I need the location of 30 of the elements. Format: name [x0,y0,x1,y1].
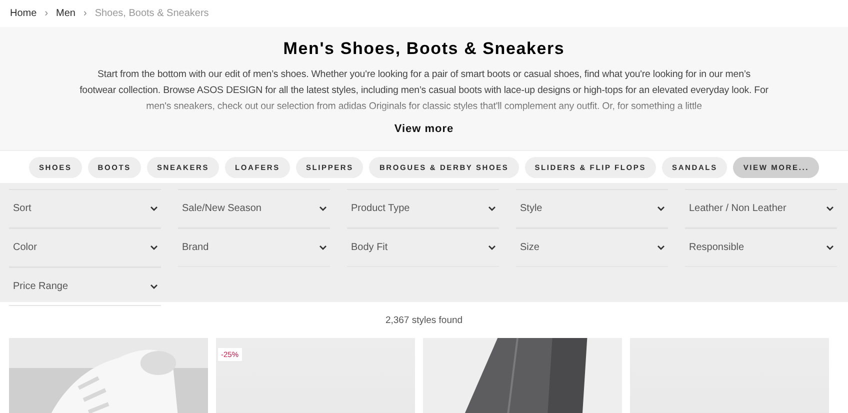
breadcrumb-link[interactable]: Home [10,8,37,19]
filter-dropdown[interactable]: Leather / Non Leather [685,189,837,228]
category-description: Start from the bottom with our edit of men’s shoes. Whether you're looking for a pair of smart boots or casual shoes, find what you're looking for in our men’s footwear collection. Browse ASOS DESIGN for all the latest styles, including men’s casual boots with lace-up designs or high-tops for an elevated everyday look. For men's sneakers, check out our selection from adidas Originals for classic styles that'll complement any outfit. Or, for something a little [79,68,769,114]
page-title: Men's Shoes, Boots & Sneakers [283,39,565,59]
chevron-down-icon [488,206,496,211]
chevron-down-icon [150,206,158,211]
breadcrumb-link[interactable]: Men [56,8,76,19]
chevron-down-icon [826,206,834,211]
results-count: 2,367 styles found [384,314,464,328]
filter-dropdown[interactable]: Brand [178,228,330,267]
chevron-down-icon [319,206,327,211]
chevron-down-icon [488,245,496,250]
chevron-down-icon [826,245,834,250]
chevron-down-icon [319,245,327,250]
filter-dropdown[interactable]: Sort [9,189,161,228]
chevron-down-icon [657,245,665,250]
filter-dropdown[interactable]: Style [516,189,668,228]
chevron-down-icon [150,245,158,250]
breadcrumb-separator: › [83,8,87,19]
breadcrumb-separator: › [44,8,48,19]
filter-dropdown[interactable]: Price Range [9,267,161,306]
filter-dropdown[interactable]: Sale/New Season [178,189,330,228]
filter-dropdown[interactable]: Product Type [347,189,499,228]
chevron-down-icon [657,206,665,211]
view-more-link[interactable]: View more [394,123,454,135]
chevron-down-icon [150,284,158,289]
filter-dropdown[interactable]: Color [9,228,161,267]
filter-dropdown[interactable]: Responsible [685,228,837,267]
filter-dropdown[interactable]: Size [516,228,668,267]
filter-dropdown[interactable]: Body Fit [347,228,499,267]
